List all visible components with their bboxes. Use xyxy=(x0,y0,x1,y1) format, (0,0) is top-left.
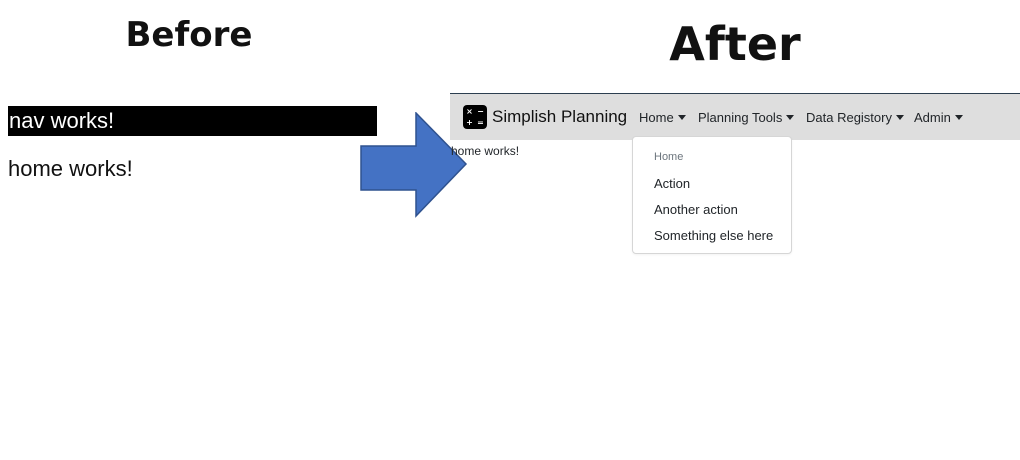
navbar-brand[interactable]: × − + = Simplish Planning xyxy=(463,105,627,129)
nav-home-dropdown[interactable]: Home xyxy=(639,110,686,125)
brand-title: Simplish Planning xyxy=(492,107,628,126)
nav-admin-label: Admin xyxy=(914,110,951,125)
before-home-text: home works! xyxy=(8,156,133,181)
caret-down-icon xyxy=(954,115,963,120)
comparison-canvas: Before After nav works! home works! × − … xyxy=(0,0,1020,460)
plus-glyph: + xyxy=(466,118,473,127)
minus-glyph: − xyxy=(477,107,484,116)
after-home-text: home works! xyxy=(451,144,520,158)
before-title: Before xyxy=(125,15,253,55)
dropdown-item-another-action[interactable]: Another action xyxy=(654,202,738,217)
caret-down-icon xyxy=(786,115,795,120)
home-dropdown-menu: Home Action Another action Something els… xyxy=(632,136,792,254)
calculator-icon: × − + = xyxy=(463,105,487,129)
before-nav-bar: nav works! xyxy=(8,106,377,136)
multiply-glyph: × xyxy=(466,107,473,116)
after-title: After xyxy=(669,17,801,71)
dropdown-header: Home xyxy=(654,151,684,163)
dropdown-item-action[interactable]: Action xyxy=(654,176,690,191)
navbar: × − + = Simplish Planning Home Planning … xyxy=(450,93,1020,140)
equals-glyph: = xyxy=(477,118,484,127)
nav-home-label: Home xyxy=(639,110,674,125)
nav-planning-tools-label: Planning Tools xyxy=(698,110,783,125)
dropdown-item-something-else[interactable]: Something else here xyxy=(654,228,773,243)
caret-down-icon xyxy=(677,115,686,120)
caret-down-icon xyxy=(895,115,904,120)
nav-data-registory-label: Data Registory xyxy=(806,110,892,125)
nav-admin-dropdown[interactable]: Admin xyxy=(914,110,963,125)
nav-planning-tools-dropdown[interactable]: Planning Tools xyxy=(698,110,795,125)
nav-data-registory-dropdown[interactable]: Data Registory xyxy=(806,110,904,125)
